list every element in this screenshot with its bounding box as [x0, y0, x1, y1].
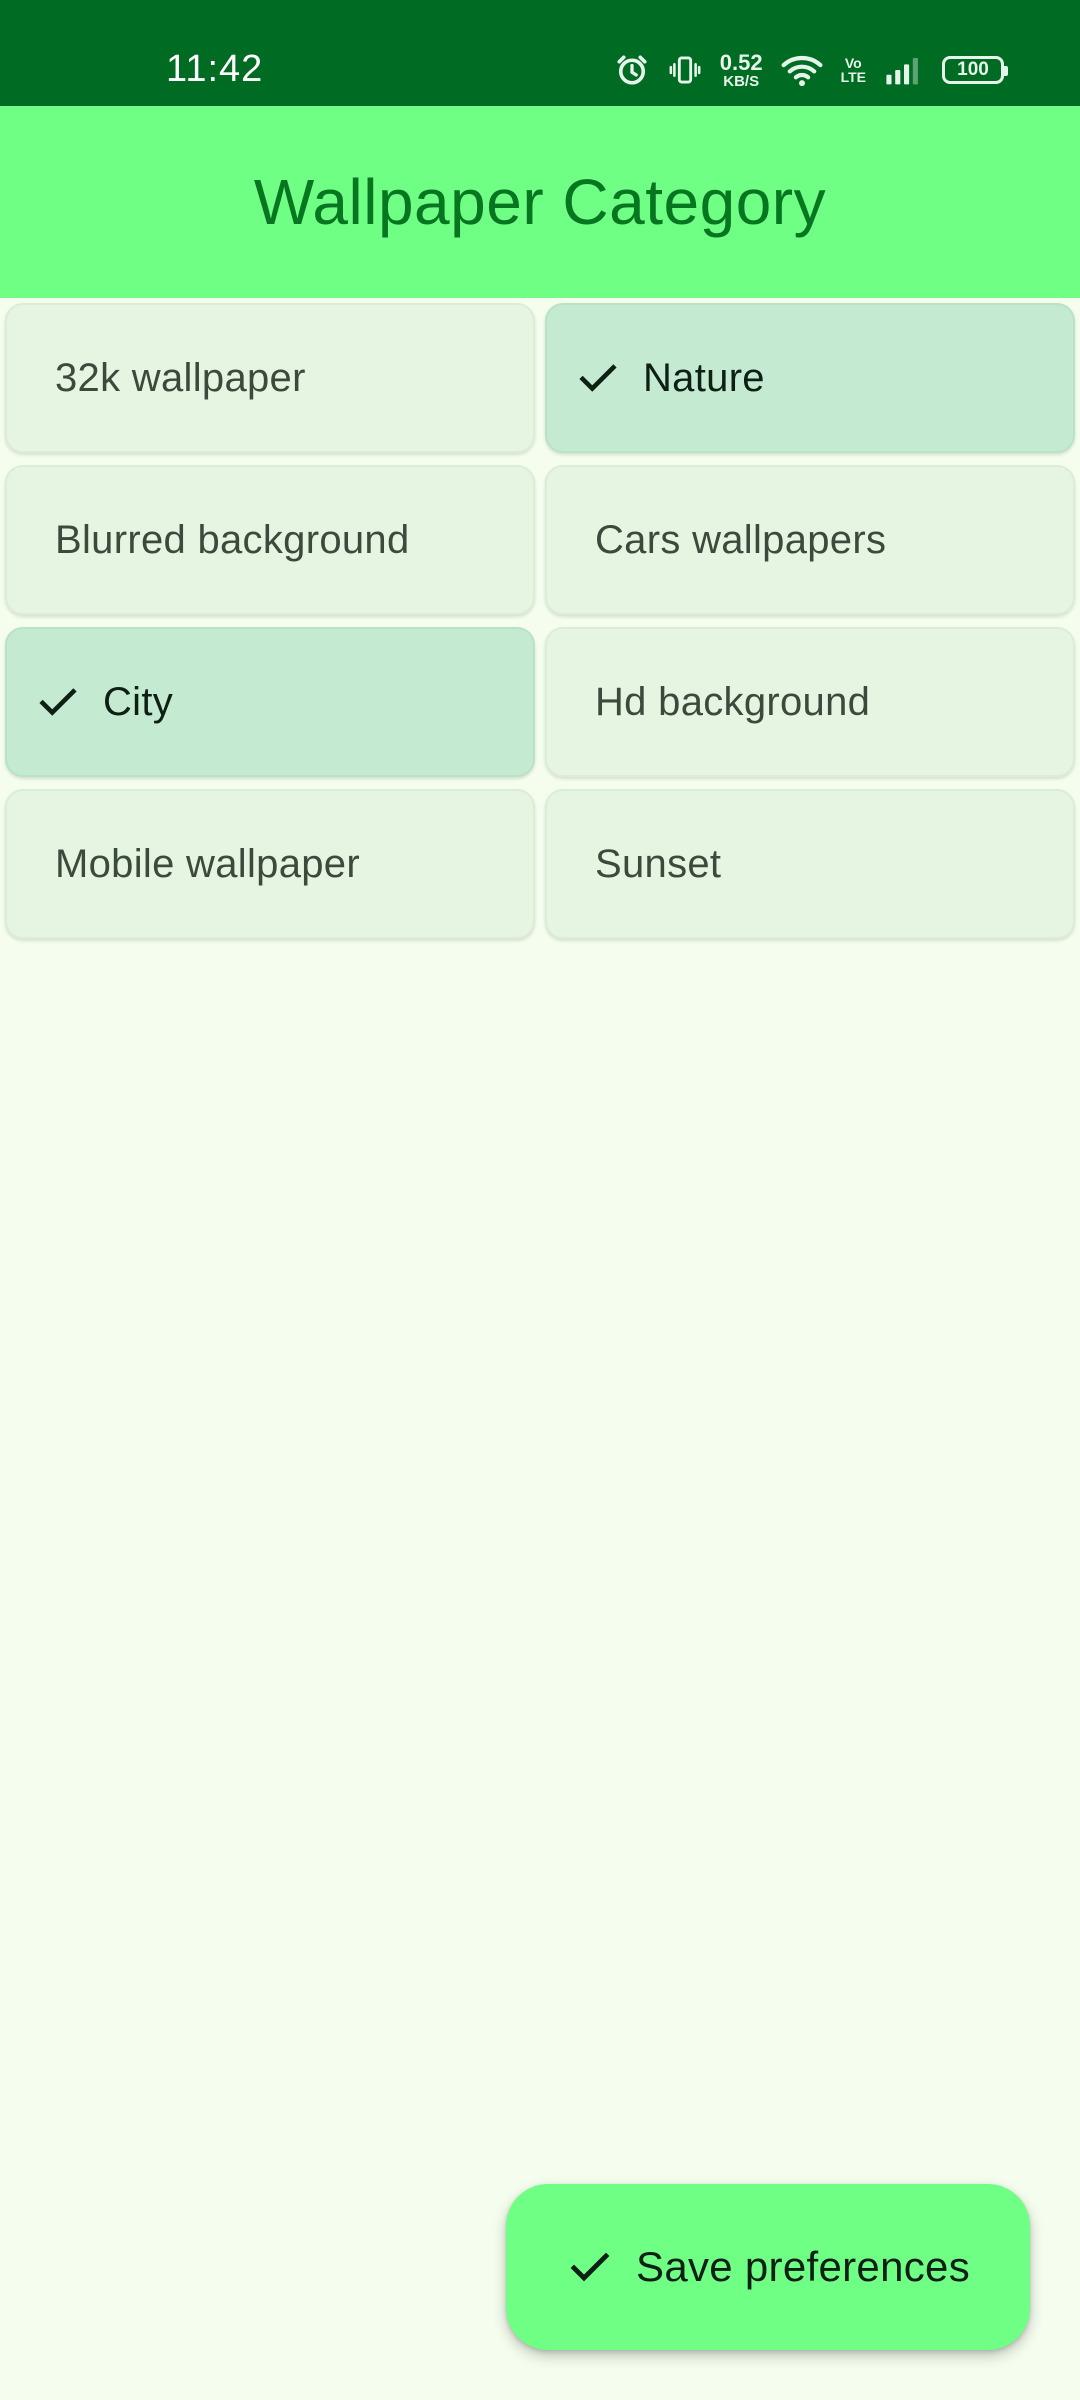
app-bar: Wallpaper Category [0, 106, 1080, 298]
category-chip-32k-wallpaper[interactable]: 32k wallpaper [5, 303, 535, 453]
category-chip-nature[interactable]: Nature [545, 303, 1075, 453]
alarm-icon [614, 52, 650, 88]
signal-icon [884, 54, 924, 86]
category-chip-label: Cars wallpapers [595, 517, 887, 562]
network-speed-unit: KB/S [723, 72, 760, 90]
category-chip-grid: 32k wallpaper Nature Blurred background … [5, 303, 1075, 939]
network-speed: 0.52 KB/S [719, 49, 763, 90]
category-chip-label: Mobile wallpaper [55, 841, 360, 886]
status-icons: 0.52 KB/S Vo LTE 100 [614, 42, 1008, 98]
volte-bottom-text: LTE [840, 69, 866, 85]
category-chip-cars-wallpapers[interactable]: Cars wallpapers [545, 465, 1075, 615]
category-chip-label: City [103, 679, 174, 724]
category-chip-label: Blurred background [55, 517, 410, 562]
check-icon [566, 2243, 614, 2291]
save-preferences-label: Save preferences [636, 2243, 970, 2290]
network-speed-value: 0.52 [719, 49, 763, 75]
category-chip-sunset[interactable]: Sunset [545, 789, 1075, 939]
category-chip-label: Nature [643, 355, 765, 400]
category-chip-hd-background[interactable]: Hd background [545, 627, 1075, 777]
volte-top-text: Vo [844, 55, 862, 71]
category-chip-blurred-background[interactable]: Blurred background [5, 465, 535, 615]
check-icon [35, 679, 81, 725]
wifi-icon [781, 52, 823, 88]
check-icon [575, 355, 621, 401]
category-chip-label: 32k wallpaper [55, 355, 306, 400]
category-chip-mobile-wallpaper[interactable]: Mobile wallpaper [5, 789, 535, 939]
status-time: 11:42 [166, 48, 264, 90]
category-chip-label: Sunset [595, 841, 722, 886]
category-chip-city[interactable]: City [5, 627, 535, 777]
battery-level: 100 [957, 59, 989, 80]
save-preferences-button[interactable]: Save preferences [506, 2184, 1030, 2350]
volte-icon: Vo LTE [841, 56, 866, 84]
status-bar: 11:42 0.52 KB/S Vo LTE 100 [0, 0, 1080, 106]
battery-icon: 100 [942, 56, 1008, 84]
vibrate-icon [668, 52, 702, 88]
page-title: Wallpaper Category [253, 166, 827, 238]
category-chip-label: Hd background [595, 679, 871, 724]
